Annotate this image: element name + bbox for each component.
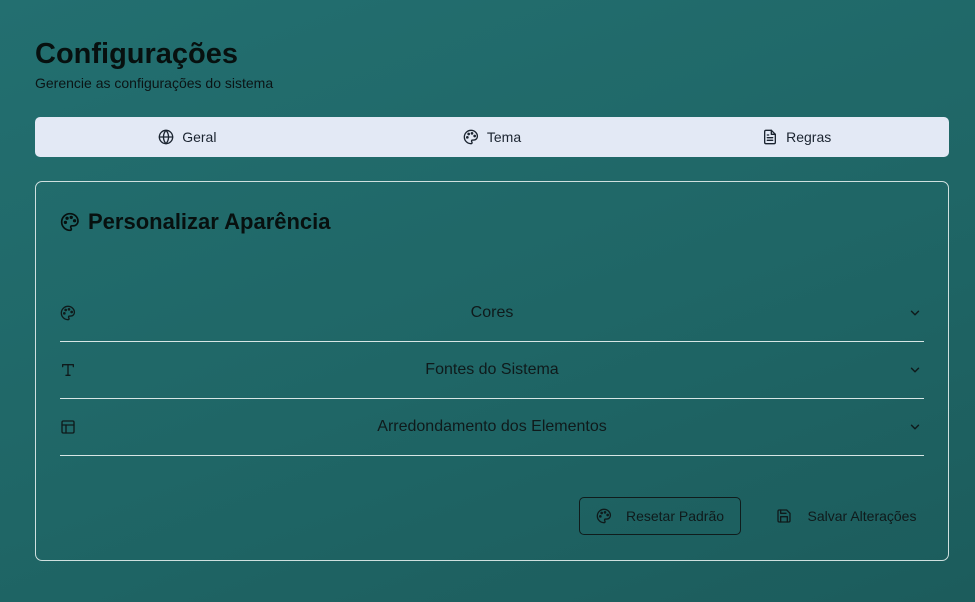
- card-title: Personalizar Aparência: [60, 209, 331, 235]
- save-changes-button[interactable]: Salvar Alterações: [766, 497, 926, 535]
- accordion-label: Fontes do Sistema: [425, 361, 559, 378]
- palette-icon: [60, 212, 79, 232]
- appearance-card: Personalizar Aparência Cores Fontes do S…: [35, 181, 949, 561]
- save-icon: [776, 509, 791, 523]
- card-title-text: Personalizar Aparência: [88, 209, 331, 234]
- document-icon: [764, 129, 777, 145]
- type-icon: [62, 364, 74, 376]
- tab-geral-label: Geral: [182, 129, 217, 145]
- reset-default-button[interactable]: Resetar Padrão: [579, 497, 741, 535]
- accordion-arredondamento[interactable]: Arredondamento dos Elementos: [60, 399, 924, 456]
- palette-icon: [596, 508, 612, 524]
- palette-icon: [463, 129, 478, 145]
- accordion-fontes[interactable]: Fontes do Sistema: [60, 342, 924, 399]
- tab-regras-label: Regras: [786, 129, 832, 145]
- tab-bar: Geral Tema Regras: [35, 117, 949, 157]
- tab-geral[interactable]: Geral: [35, 117, 340, 157]
- tab-tema[interactable]: Tema: [340, 117, 645, 157]
- reset-button-label: Resetar Padrão: [625, 508, 725, 524]
- save-button-label: Salvar Alterações: [807, 508, 917, 524]
- accordion-label: Cores: [470, 304, 514, 321]
- chevron-down-icon: [910, 367, 920, 373]
- tab-tema-label: Tema: [486, 129, 522, 145]
- chevron-down-icon: [910, 310, 920, 316]
- tab-regras[interactable]: Regras: [644, 117, 949, 157]
- accordion-cores[interactable]: Cores: [60, 285, 924, 342]
- chevron-down-icon: [910, 424, 920, 430]
- settings-page: Configurações Gerencie as configurações …: [35, 38, 949, 561]
- palette-icon: [60, 305, 76, 321]
- globe-icon: [158, 129, 174, 145]
- page-subtitle: Gerencie as configurações do sistema: [35, 75, 274, 91]
- accordion-label: Arredondamento dos Elementos: [377, 418, 607, 435]
- layout-icon: [61, 420, 75, 434]
- page-title: Configurações: [35, 38, 239, 70]
